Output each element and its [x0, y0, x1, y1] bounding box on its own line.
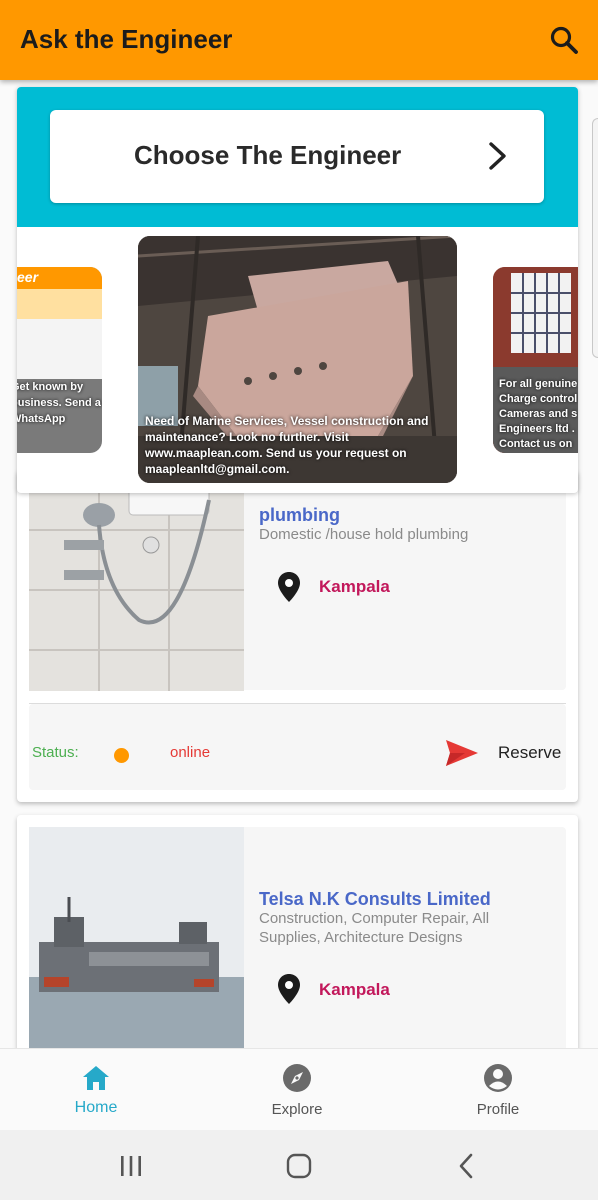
engineer-description: Construction, Computer Repair, All Suppl… [259, 910, 490, 946]
bottom-navigation: Home Explore Profile [0, 1048, 598, 1130]
plumbing-image [29, 470, 244, 691]
location-label: Kampala [319, 577, 390, 596]
nav-item-explore[interactable]: Explore [232, 1049, 362, 1131]
carousel-slide[interactable]: eer Get known by business. Send a WhatsA… [17, 267, 102, 453]
app-title: Ask the Engineer [20, 24, 233, 54]
reserve-button[interactable]: Reserve [445, 736, 565, 770]
shower-photo [29, 470, 244, 691]
account-circle-icon [484, 1064, 512, 1092]
location-label: Kampala [319, 980, 390, 999]
reserve-label: Reserve [498, 743, 562, 762]
home-icon [83, 1066, 109, 1090]
location-pin-icon [278, 974, 300, 1004]
engineer-description: Domestic /house hold plumbing [259, 526, 469, 543]
slide-banner-text: eer [17, 269, 39, 285]
choose-engineer-button[interactable]: Choose The Engineer [50, 110, 544, 203]
status-indicator-dot [114, 748, 129, 763]
carousel-slide-active[interactable]: Need of Marine Services, Vessel construc… [138, 236, 457, 483]
search-icon [550, 26, 578, 54]
search-button[interactable] [546, 22, 582, 58]
status-label: Status: [32, 744, 79, 761]
home-button-icon[interactable] [284, 1152, 314, 1180]
slide-band [17, 289, 102, 319]
vessel-thumbnail [29, 827, 244, 1075]
slide-caption: Need of Marine Services, Vessel construc… [145, 414, 429, 476]
location-pin-icon [278, 572, 300, 602]
choose-engineer-label: Choose The Engineer [134, 140, 402, 170]
carousel-slide[interactable]: For all genuine Charge control Cameras a… [493, 267, 578, 453]
engineer-card[interactable]: plumbing Domestic /house hold plumbing K… [17, 470, 578, 802]
slide-caption: For all genuine Charge control Cameras a… [499, 378, 578, 450]
compass-icon [283, 1064, 311, 1092]
promo-carousel[interactable]: eer Get known by business. Send a WhatsA… [17, 227, 578, 493]
slide-band [17, 319, 102, 379]
back-icon[interactable] [452, 1152, 482, 1180]
status-value: online [170, 744, 211, 761]
nav-item-home[interactable]: Home [31, 1049, 161, 1131]
slide-banner: eer [17, 267, 102, 289]
chevron-right-icon [489, 142, 506, 170]
slide-caption: Get known by business. Send a WhatsApp [17, 381, 101, 425]
ship-image [29, 827, 244, 1075]
nav-label-profile: Profile [476, 1101, 520, 1118]
hero-card: Choose The Engineer eer Get known by bus… [17, 87, 578, 493]
nav-label-explore: Explore [271, 1101, 323, 1118]
send-icon [446, 740, 478, 766]
scrollbar[interactable] [592, 118, 598, 358]
system-navigation-bar [0, 1130, 598, 1200]
engineer-name[interactable]: plumbing [259, 505, 340, 526]
app-bar: Ask the Engineer [0, 0, 598, 80]
engineer-card[interactable]: Telsa N.K Consults Limited Construction,… [17, 815, 578, 1075]
engineer-name[interactable]: Telsa N.K Consults Limited [259, 889, 491, 910]
nav-item-profile[interactable]: Profile [433, 1049, 563, 1131]
recent-apps-icon[interactable] [116, 1152, 146, 1180]
hero-band: Choose The Engineer [17, 87, 578, 227]
nav-label-home: Home [74, 1099, 118, 1116]
